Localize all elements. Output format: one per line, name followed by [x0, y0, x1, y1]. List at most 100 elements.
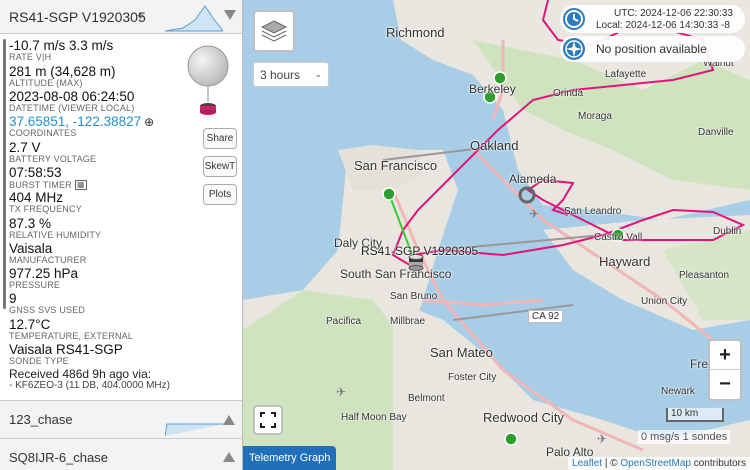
sonde-sidebar: RS41-SGP V1920305 ⌖ -10.7 m/s 3.3 m/s RA… [0, 0, 243, 470]
burst-calc-icon[interactable]: ▦ [74, 180, 87, 190]
plots-button[interactable]: Plots [203, 184, 237, 205]
sonde-type-row: Vaisala RS41-SGP SONDE TYPE [9, 343, 123, 366]
sonde-header[interactable]: RS41-SGP V1920305 ⌖ [0, 0, 242, 34]
target-icon[interactable]: ⌖ [137, 8, 144, 24]
tx-frequency-row: 404 MHz TX FREQUENCY [9, 191, 82, 214]
chase-group-name: 123_chase [9, 412, 73, 427]
details-scrollbar[interactable] [3, 39, 6, 309]
coordinates-label: COORDINATES [9, 128, 77, 138]
position-display: No position available [560, 36, 745, 62]
compass-icon[interactable] [561, 36, 587, 62]
clock-icon[interactable] [561, 6, 587, 32]
place-label: Hayward [599, 254, 651, 269]
skewt-button[interactable]: SkewT [203, 156, 237, 177]
place-label: Millbrae [390, 316, 426, 327]
chase-sparkline [165, 423, 225, 437]
rate-value: -10.7 m/s 3.3 m/s [9, 38, 114, 53]
place-label: Belmont [408, 393, 445, 404]
manufacturer-value: Vaisala [9, 241, 53, 256]
place-label: Redwood City [483, 410, 564, 425]
pressure-row: 977.25 hPa PRESSURE [9, 267, 78, 290]
place-label: Pacifica [326, 316, 362, 327]
chase-group-sq8ijr[interactable]: SQ8IJR-6_chase [0, 438, 242, 470]
datetime-row: 2023-08-08 06:24:50 DATETIME (VIEWER LOC… [9, 90, 134, 113]
gnss-value: 9 [9, 291, 17, 306]
telemetry-graph-button[interactable]: Telemetry Graph [243, 446, 337, 470]
datetime-value: 2023-08-08 06:24:50 [9, 89, 135, 104]
sonde-callsign: RS41-SGP V1920305 [9, 9, 146, 25]
manufacturer-label: MANUFACTURER [9, 255, 87, 265]
zoom-in-button[interactable]: + [710, 341, 740, 370]
place-label: Moraga [578, 111, 612, 122]
received-by-text: - KF6ZEO-3 (11 DB, 404.0000 MHz) [9, 380, 170, 391]
time-range-value: 3 hours [260, 68, 301, 82]
sonde-type-value: Vaisala RS41-SGP [9, 342, 123, 357]
humidity-label: RELATIVE HUMIDITY [9, 230, 102, 240]
humidity-row: 87.3 % RELATIVE HUMIDITY [9, 217, 101, 240]
temperature-label: TEMPERATURE, EXTERNAL [9, 331, 134, 341]
temperature-row: 12.7°C TEMPERATURE, EXTERNAL [9, 318, 133, 341]
expand-icon[interactable] [223, 452, 235, 462]
rate-row: -10.7 m/s 3.3 m/s RATE V|H [9, 39, 113, 62]
pressure-value: 977.25 hPa [9, 266, 79, 281]
layers-icon [260, 20, 288, 42]
share-button[interactable]: Share [203, 128, 237, 149]
chase-group-123[interactable]: 123_chase [0, 400, 242, 438]
place-label: Half Moon Bay [341, 412, 407, 423]
osm-link[interactable]: OpenStreetMap [620, 458, 691, 469]
svg-text:✈: ✈ [529, 207, 539, 221]
manufacturer-row: Vaisala MANUFACTURER [9, 242, 86, 265]
chevron-down-icon: ⌄ [314, 69, 322, 79]
burst-timer-row: 07:58:53 BURST TIMER ▦ [9, 166, 87, 190]
time-range-select[interactable]: 3 hours ⌄ [253, 62, 329, 87]
tx-frequency-label: TX FREQUENCY [9, 204, 82, 214]
collapse-icon[interactable] [224, 10, 236, 20]
battery-value: 2.7 V [9, 140, 41, 155]
zoom-out-button[interactable]: − [710, 370, 740, 399]
scale-bar: 10 km [666, 408, 724, 422]
place-label: Newark [661, 386, 695, 397]
tx-frequency-value: 404 MHz [9, 190, 64, 205]
utc-time: UTC: 2024-12-06 22:30:33 [614, 8, 733, 19]
crosshair-icon[interactable]: ⊕ [144, 115, 154, 129]
battery-label: BATTERY VOLTAGE [9, 154, 97, 164]
place-label: Lafayette [605, 69, 647, 80]
place-label: Dublin [713, 226, 742, 237]
place-label: Oakland [470, 138, 519, 153]
place-label: South San Francisco [340, 267, 452, 281]
place-label: Orinda [553, 88, 584, 99]
attribution-sep: | © [602, 458, 621, 469]
sonde-type-label: SONDE TYPE [9, 356, 69, 366]
map-view[interactable]: ✈ ✈ ✈ Richmond Berkeley Oakland Alameda … [243, 0, 750, 470]
altitude-sparkline [165, 5, 223, 32]
highway-shield: CA 92 [528, 310, 564, 323]
fullscreen-button[interactable] [253, 405, 283, 435]
coordinates-row: 37.65851, -122.38827 ⊕ COORDINATES [9, 115, 154, 138]
place-label: San Leandro [564, 206, 622, 217]
sonde-track-label[interactable]: RS41-SGP V1920305 [361, 244, 478, 258]
svg-text:✈: ✈ [597, 432, 607, 446]
svg-text:✈: ✈ [336, 385, 346, 399]
place-label: Pleasanton [679, 270, 730, 281]
place-label: San Mateo [430, 345, 493, 360]
place-label: San Bruno [390, 291, 438, 302]
gnss-label: GNSS SVS USED [9, 305, 86, 315]
place-label: Union City [641, 296, 688, 307]
map-attribution: Leaflet | © OpenStreetMap contributors [568, 457, 750, 470]
altitude-value: 281 m (34,628 m) [9, 64, 116, 79]
place-label: Richmond [386, 25, 445, 40]
rate-label: RATE V|H [9, 52, 52, 62]
received-info: Received 486d 9h ago via: - KF6ZEO-3 (11… [9, 368, 170, 391]
zoom-control: + − [708, 339, 742, 401]
gnss-row: 9 GNSS SVS USED [9, 292, 85, 315]
fullscreen-icon [260, 412, 276, 428]
coordinates-link[interactable]: 37.65851, -122.38827 [9, 114, 141, 129]
expand-icon[interactable] [223, 415, 235, 425]
place-label: Alameda [509, 172, 557, 186]
place-label: Castro Vall [594, 232, 643, 243]
battery-row: 2.7 V BATTERY VOLTAGE [9, 141, 96, 164]
place-label: Berkeley [469, 82, 516, 96]
message-rate: 0 msg/s 1 sondes [638, 430, 731, 444]
leaflet-link[interactable]: Leaflet [572, 458, 602, 469]
layers-button[interactable] [253, 10, 295, 52]
